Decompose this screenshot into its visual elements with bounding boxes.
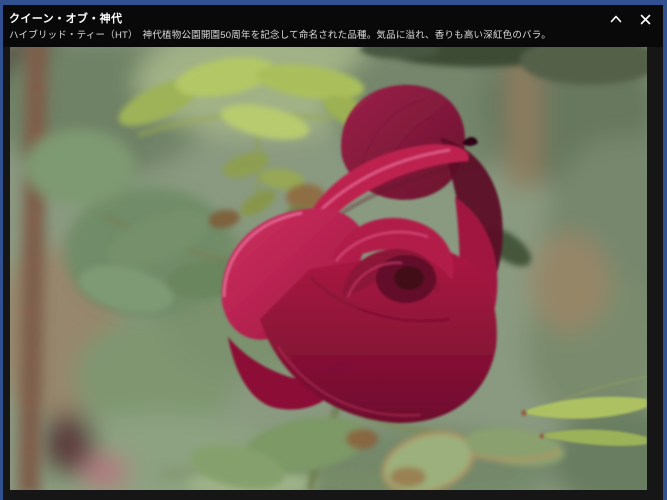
close-button[interactable] (635, 9, 655, 29)
rose-photo (10, 47, 647, 490)
viewer-title: クイーン・オブ・神代 (9, 10, 122, 26)
viewer-description: ハイブリッド・ティー（HT） 神代植物公園開園50周年を記念して命名された品種。… (9, 27, 551, 41)
image-viewer-panel: クイーン・オブ・神代 ハイブリッド・ティー（HT） 神代植物公園開園50周年を記… (3, 5, 663, 500)
viewer-controls (606, 9, 655, 29)
chevron-up-icon (610, 15, 622, 23)
collapse-button[interactable] (606, 9, 626, 29)
viewer-header: クイーン・オブ・神代 ハイブリッド・ティー（HT） 神代植物公園開園50周年を記… (3, 5, 663, 47)
photo-area (10, 47, 647, 490)
close-icon (640, 14, 651, 25)
page-background: クイーン・オブ・神代 ハイブリッド・ティー（HT） 神代植物公園開園50周年を記… (0, 0, 667, 500)
